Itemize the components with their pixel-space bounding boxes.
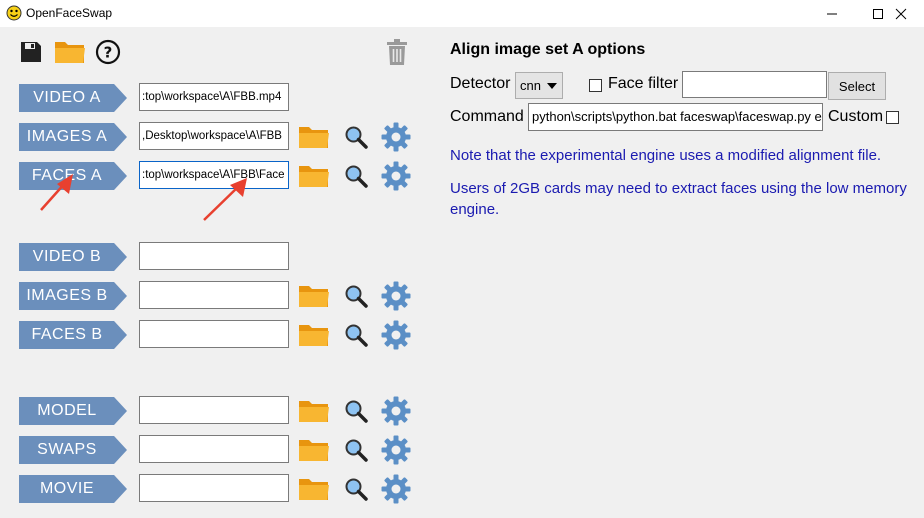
command-label: Command bbox=[450, 108, 524, 125]
detector-label: Detector bbox=[450, 75, 511, 92]
movie-label-button[interactable]: MOVIE bbox=[19, 475, 127, 503]
engine-note: Note that the experimental engine uses a… bbox=[450, 147, 882, 164]
images-b-label-button[interactable]: IMAGES B bbox=[19, 282, 127, 310]
images-b-search-icon[interactable] bbox=[339, 279, 373, 313]
images-a-gear-icon[interactable] bbox=[379, 120, 413, 154]
model-search-icon[interactable] bbox=[339, 394, 373, 428]
swaps-folder-icon[interactable] bbox=[297, 433, 331, 467]
app-smiley-icon bbox=[6, 5, 22, 21]
options-title: Align image set A options bbox=[450, 41, 646, 58]
video-b-path-input[interactable] bbox=[139, 242, 289, 270]
faces-b-label-button[interactable]: FACES B bbox=[19, 321, 127, 349]
minimize-icon[interactable] bbox=[809, 0, 855, 27]
face-filter-checkbox[interactable] bbox=[589, 79, 602, 92]
movie-gear-icon[interactable] bbox=[379, 472, 413, 506]
faces-a-search-icon[interactable] bbox=[339, 159, 373, 193]
images-b-folder-icon[interactable] bbox=[297, 279, 331, 313]
faces-a-gear-icon[interactable] bbox=[379, 159, 413, 193]
close-icon[interactable] bbox=[878, 0, 924, 27]
custom-checkbox[interactable] bbox=[886, 111, 899, 124]
help-icon[interactable]: ? bbox=[95, 39, 121, 65]
chevron-down-icon bbox=[547, 83, 557, 89]
images-a-path-input[interactable]: ,Desktop\workspace\A\FBB bbox=[139, 122, 289, 150]
faces-a-path-input[interactable]: :top\workspace\A\FBB\Face bbox=[139, 161, 289, 189]
faces-a-folder-icon[interactable] bbox=[297, 159, 331, 193]
movie-search-icon[interactable] bbox=[339, 472, 373, 506]
swaps-gear-icon[interactable] bbox=[379, 433, 413, 467]
faces-b-folder-icon[interactable] bbox=[297, 318, 331, 352]
title-bar: OpenFaceSwap bbox=[0, 0, 924, 27]
custom-label: Custom bbox=[828, 108, 884, 125]
trash-icon[interactable] bbox=[384, 37, 410, 67]
model-path-input[interactable] bbox=[139, 396, 289, 424]
images-b-gear-icon[interactable] bbox=[379, 279, 413, 313]
faces-b-gear-icon[interactable] bbox=[379, 318, 413, 352]
movie-path-input[interactable] bbox=[139, 474, 289, 502]
faces-a-label-button[interactable]: FACES A bbox=[19, 162, 127, 190]
video-a-label-button[interactable]: VIDEO A bbox=[19, 84, 127, 112]
face-filter-label: Face filter bbox=[608, 75, 679, 92]
model-gear-icon[interactable] bbox=[379, 394, 413, 428]
svg-text:?: ? bbox=[104, 44, 113, 62]
model-folder-icon[interactable] bbox=[297, 394, 331, 428]
face-filter-input[interactable] bbox=[682, 71, 827, 98]
detector-select[interactable]: cnn bbox=[515, 72, 563, 99]
swaps-search-icon[interactable] bbox=[339, 433, 373, 467]
command-input[interactable]: python\scripts\python.bat faceswap\faces… bbox=[528, 103, 823, 131]
images-b-path-input[interactable] bbox=[139, 281, 289, 309]
images-a-label-button[interactable]: IMAGES A bbox=[19, 123, 127, 151]
faces-b-search-icon[interactable] bbox=[339, 318, 373, 352]
swaps-path-input[interactable] bbox=[139, 435, 289, 463]
images-a-folder-icon[interactable] bbox=[297, 120, 331, 154]
video-a-path-input[interactable]: :top\workspace\A\FBB.mp4 bbox=[139, 83, 289, 111]
detector-value: cnn bbox=[520, 78, 541, 93]
video-b-label-button[interactable]: VIDEO B bbox=[19, 243, 127, 271]
swaps-label-button[interactable]: SWAPS bbox=[19, 436, 127, 464]
select-button[interactable]: Select bbox=[828, 72, 886, 100]
faces-b-path-input[interactable] bbox=[139, 320, 289, 348]
window-title: OpenFaceSwap bbox=[26, 6, 113, 20]
save-icon[interactable] bbox=[19, 40, 43, 64]
movie-folder-icon[interactable] bbox=[297, 472, 331, 506]
open-folder-icon[interactable] bbox=[53, 38, 87, 66]
model-label-button[interactable]: MODEL bbox=[19, 397, 127, 425]
images-a-search-icon[interactable] bbox=[339, 120, 373, 154]
low-memory-note: Users of 2GB cards may need to extract f… bbox=[450, 180, 907, 218]
